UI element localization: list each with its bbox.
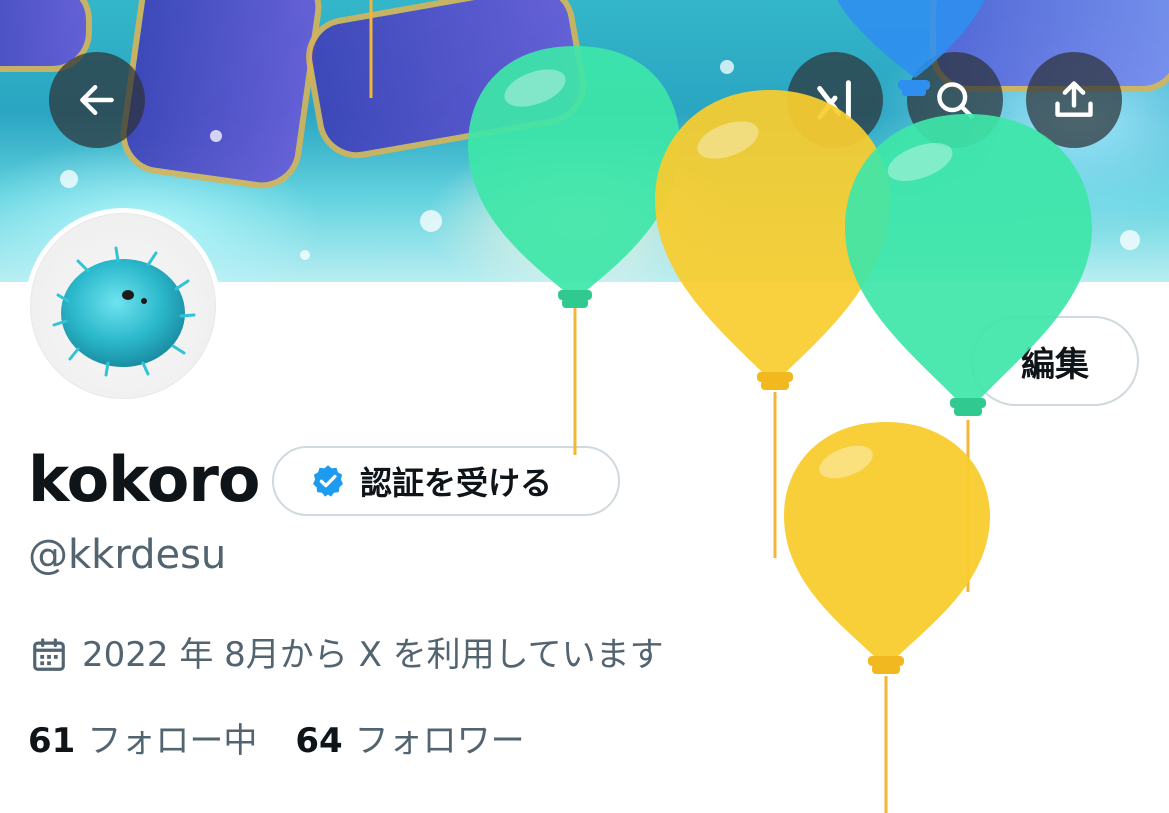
share-button[interactable] <box>1026 52 1122 148</box>
get-verified-label: 認証を受ける <box>360 464 553 502</box>
banner-sparkle <box>210 130 222 142</box>
search-icon <box>937 82 974 119</box>
search-button[interactable] <box>907 52 1003 148</box>
banner-sparkle <box>300 250 310 260</box>
display-name: kokoro <box>28 443 260 516</box>
followers-count: 64 <box>295 721 343 761</box>
grok-icon <box>817 80 851 120</box>
share-icon <box>1055 81 1093 117</box>
banner-sparkle <box>720 60 734 74</box>
avatar-image <box>30 213 216 399</box>
banner-art <box>299 0 593 165</box>
user-handle: @kkrdesu <box>28 532 227 578</box>
edit-profile-button[interactable]: 編集 <box>971 316 1139 406</box>
verified-badge-icon <box>313 465 343 497</box>
joined-text: 2022 年 8月から X を利用しています <box>82 635 664 675</box>
banner-sparkle <box>420 210 442 232</box>
following-label: フォロー中 <box>87 721 258 761</box>
calendar-icon <box>33 638 65 671</box>
following-count: 61 <box>28 721 76 761</box>
fluffy-creature-icon <box>52 246 196 377</box>
arrow-left-icon <box>80 84 114 116</box>
grok-button[interactable] <box>787 52 883 148</box>
following-link[interactable]: 61 フォロー中 <box>28 718 257 764</box>
banner-sparkle <box>1120 230 1140 250</box>
joined-date: 2022 年 8月から X を利用しています <box>30 632 664 678</box>
get-verified-button[interactable]: 認証を受ける <box>272 446 620 516</box>
followers-link[interactable]: 64 フォロワー <box>295 718 524 764</box>
avatar[interactable] <box>25 208 221 404</box>
back-button[interactable] <box>49 52 145 148</box>
followers-label: フォロワー <box>354 721 525 761</box>
banner-art <box>115 0 327 194</box>
banner-sparkle <box>60 170 78 188</box>
follow-stats: 61 フォロー中 64 フォロワー <box>28 718 525 764</box>
balloon-yellow-icon <box>784 422 990 813</box>
